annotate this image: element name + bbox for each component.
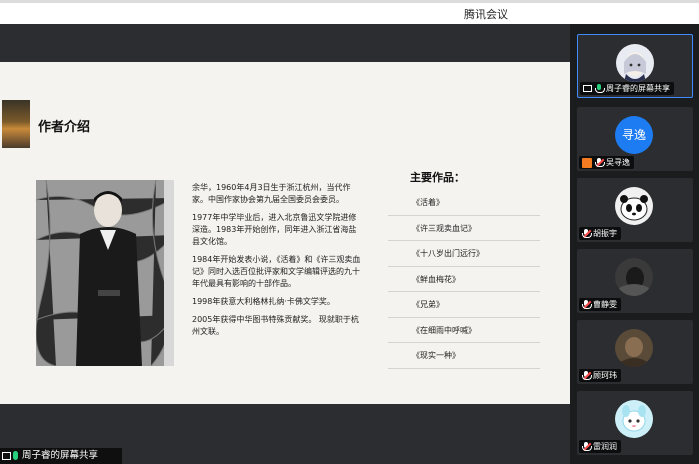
participant-tile[interactable]: 雷润润 <box>577 391 693 455</box>
cartoon-icon <box>615 400 653 438</box>
participant-name: 周子睿的屏幕共享 <box>606 84 670 93</box>
participant-name-tag: 吴寻逸 <box>579 156 634 169</box>
participant-tile[interactable]: 周子睿的屏幕共享 <box>577 34 693 98</box>
bio-paragraph: 1998年获意大利格林扎纳·卡佛文学奖。 <box>192 297 335 306</box>
work-item: 《许三观卖血记》 <box>388 216 540 241</box>
mic-muted-icon <box>582 300 592 309</box>
host-badge-icon <box>582 157 592 168</box>
author-bio: 余华，1960年4月3日生于浙江杭州，当代作家。中国作家协会第九届全国委员会委员… <box>192 182 362 344</box>
screen-share-icon <box>583 85 592 92</box>
participant-tile[interactable]: 顾珂玮 <box>577 320 693 384</box>
participant-tile[interactable]: 曹静雯 <box>577 249 693 313</box>
panda-icon <box>615 187 653 225</box>
screen-share-icon <box>2 452 11 460</box>
bio-paragraph: 余华，1960年4月3日生于浙江杭州，当代作家。中国作家协会第九届全国委员会委员… <box>192 183 351 204</box>
work-item: 《兄弟》 <box>388 292 540 318</box>
share-label-text: 周子睿的屏幕共享 <box>22 450 99 461</box>
participant-name-tag: 周子睿的屏幕共享 <box>580 82 674 95</box>
slide-decoration-image <box>2 100 30 148</box>
works-list: 《活着》 《许三观卖血记》 《十八岁出门远行》 《鲜血梅花》 《兄弟》 《在细雨… <box>388 190 540 369</box>
slide-heading: 作者介绍 <box>38 120 91 135</box>
mic-on-icon <box>13 451 18 460</box>
participant-name: 顾珂玮 <box>593 371 617 380</box>
work-item: 《活着》 <box>388 190 540 216</box>
participant-name-tag: 雷润润 <box>579 440 621 453</box>
title-bar: 腾讯会议 <box>0 0 699 24</box>
mic-muted-icon <box>582 442 592 451</box>
screen-share-label: 周子睿的屏幕共享 <box>0 448 122 464</box>
presentation-slide: 作者介绍 余华，1960年4月3日生于浙江杭州，当代作家。中国作家协会第九届全国… <box>0 62 570 404</box>
mic-on-icon <box>595 84 605 93</box>
dark-photo-icon <box>615 258 653 296</box>
anime-icon <box>616 44 654 82</box>
works-title: 主要作品： <box>410 171 465 184</box>
avatar-text: 寻逸 <box>615 116 653 154</box>
participant-tile[interactable]: 胡振宇 <box>577 178 693 242</box>
participants-panel: 周子睿的屏幕共享 寻逸 吴寻逸 胡振宇 曹静雯 顾珂玮 雷润润 <box>570 24 699 464</box>
participant-name-tag: 曹静雯 <box>579 298 621 311</box>
author-photo <box>36 180 174 366</box>
browser-tabs-strip <box>0 0 699 3</box>
bio-paragraph: 1977年中学毕业后，进入北京鲁迅文学院进修深造。1983年开始创作，同年进入浙… <box>192 213 357 246</box>
mic-muted-icon <box>582 371 592 380</box>
text-avatar: 寻逸 <box>615 116 653 154</box>
work-item: 《在细雨中呼喊》 <box>388 318 540 343</box>
participant-tile[interactable]: 寻逸 吴寻逸 <box>577 107 693 171</box>
participant-name: 吴寻逸 <box>606 158 630 167</box>
bio-paragraph: 2005年获得中华图书特殊贡献奖。 现就职于杭州文联。 <box>192 315 359 336</box>
participant-name-tag: 胡振宇 <box>579 227 621 240</box>
participant-name: 雷润润 <box>593 442 617 451</box>
mic-muted-icon <box>582 229 592 238</box>
participant-name: 胡振宇 <box>593 229 617 238</box>
mic-muted-icon <box>595 158 605 167</box>
participant-name: 曹静雯 <box>593 300 617 309</box>
work-item: 《现实一种》 <box>388 343 540 369</box>
window-title: 腾讯会议 <box>464 8 508 21</box>
bio-paragraph: 1984年开始发表小说，《活着》和《许三观卖血记》同时入选百位批评家和文学编辑评… <box>192 255 361 288</box>
work-item: 《十八岁出门远行》 <box>388 241 540 267</box>
work-item: 《鲜血梅花》 <box>388 267 540 292</box>
brown-photo-icon <box>615 329 653 367</box>
participant-name-tag: 顾珂玮 <box>579 369 621 382</box>
